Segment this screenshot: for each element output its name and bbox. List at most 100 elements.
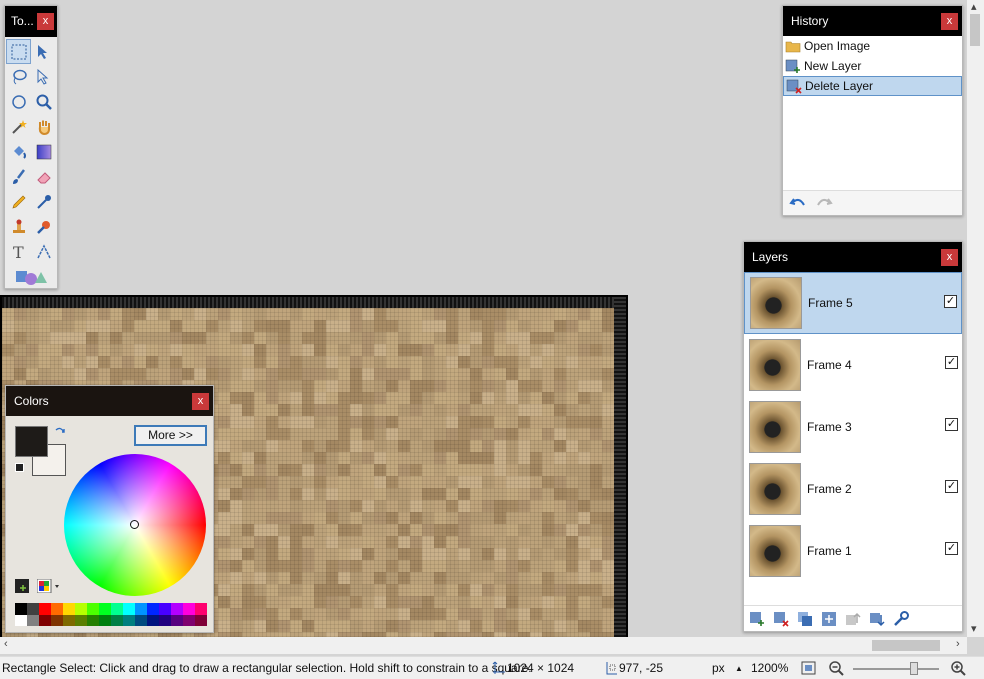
layer-visibility-checkbox[interactable]: ✓ <box>945 356 958 369</box>
gradient-icon[interactable] <box>31 139 56 164</box>
merge-layer-icon[interactable] <box>820 610 838 628</box>
color-palette[interactable] <box>15 603 207 626</box>
layer-item[interactable]: Frame 4 ✓ <box>744 334 962 396</box>
cursor-position-icon <box>606 662 617 675</box>
history-list: Open Image New Layer Delete Layer <box>783 36 962 191</box>
redo-icon[interactable] <box>815 195 833 211</box>
layers-window: Layers x Frame 5 ✓ Frame 4 ✓ Frame 3 ✓ F… <box>743 241 963 632</box>
layer-thumbnail <box>749 463 801 515</box>
new-layer-icon <box>785 59 800 73</box>
pan-icon[interactable] <box>31 114 56 139</box>
delete-layer-icon <box>786 79 802 94</box>
layer-thumbnail <box>749 339 801 391</box>
move-selection-icon[interactable] <box>31 64 56 89</box>
color-wheel[interactable] <box>64 454 206 596</box>
zoom-in-icon[interactable] <box>950 660 966 676</box>
duplicate-layer-icon[interactable] <box>796 610 814 628</box>
delete-layer-icon[interactable] <box>772 610 790 628</box>
move-layer-up-icon[interactable] <box>844 610 862 628</box>
pencil-icon[interactable] <box>6 189 31 214</box>
line-curve-icon[interactable] <box>31 239 56 264</box>
canvas-border-right <box>614 297 626 637</box>
tool-hint: Rectangle Select: Click and drag to draw… <box>2 661 532 675</box>
text-icon[interactable]: T <box>6 239 31 264</box>
rectangle-select-icon[interactable] <box>6 39 31 64</box>
layer-name: Frame 5 <box>808 296 853 310</box>
tools-close-button[interactable]: x <box>37 13 54 30</box>
folder-icon <box>785 41 801 53</box>
history-item-label: New Layer <box>804 59 862 73</box>
undo-icon[interactable] <box>789 195 807 211</box>
horizontal-scrollbar[interactable]: ‹ › <box>0 637 967 654</box>
scroll-down-icon[interactable]: ▾ <box>971 622 977 635</box>
layer-visibility-checkbox[interactable]: ✓ <box>945 418 958 431</box>
layer-properties-icon[interactable] <box>892 610 910 628</box>
palette-menu-icon[interactable] <box>37 579 61 593</box>
layers-close-button[interactable]: x <box>941 249 958 266</box>
layer-item[interactable]: Frame 5 ✓ <box>744 272 962 334</box>
layer-name: Frame 2 <box>807 482 852 496</box>
history-close-button[interactable]: x <box>941 13 958 30</box>
shapes-icon[interactable] <box>6 264 56 289</box>
colors-close-button[interactable]: x <box>192 393 209 410</box>
zoom-slider-track[interactable] <box>853 668 939 670</box>
tools-titlebar[interactable]: To... x <box>5 6 57 37</box>
layer-visibility-checkbox[interactable]: ✓ <box>945 480 958 493</box>
color-picker-icon[interactable] <box>31 189 56 214</box>
layer-visibility-checkbox[interactable]: ✓ <box>944 295 957 308</box>
layer-item[interactable]: Frame 3 ✓ <box>744 396 962 458</box>
move-layer-down-icon[interactable] <box>868 610 886 628</box>
image-size: 1024 × 1024 <box>507 661 575 675</box>
swap-colors-icon[interactable] <box>54 426 66 438</box>
lasso-select-icon[interactable] <box>6 64 31 89</box>
fit-window-icon[interactable] <box>801 661 816 675</box>
tools-title: To... <box>11 14 34 28</box>
history-item-label: Delete Layer <box>805 79 874 93</box>
history-item-open-image[interactable]: Open Image <box>783 36 962 56</box>
layer-thumbnail <box>749 525 801 577</box>
layer-thumbnail <box>750 277 802 329</box>
more-colors-button[interactable]: More >> <box>134 425 207 446</box>
add-layer-icon[interactable] <box>748 610 766 628</box>
move-selected-icon[interactable] <box>31 39 56 64</box>
scroll-left-icon[interactable]: ‹ <box>4 638 8 650</box>
zoom-level[interactable]: 1200% <box>751 661 788 675</box>
layer-item[interactable]: Frame 1 ✓ <box>744 520 962 582</box>
units-arrow-icon[interactable]: ▲ <box>735 664 743 673</box>
history-window: History x Open Image New Layer Delete La… <box>782 5 963 216</box>
vertical-scroll-thumb[interactable] <box>970 14 980 46</box>
recolor-icon[interactable] <box>31 214 56 239</box>
reset-colors-icon[interactable] <box>15 463 24 472</box>
layer-visibility-checkbox[interactable]: ✓ <box>945 542 958 555</box>
colors-titlebar[interactable]: Colors x <box>6 386 213 416</box>
primary-color-swatch[interactable] <box>15 426 48 457</box>
status-bar: Rectangle Select: Click and drag to draw… <box>0 656 984 679</box>
clone-stamp-icon[interactable] <box>6 214 31 239</box>
zoom-icon[interactable] <box>31 89 56 114</box>
history-item-label: Open Image <box>804 39 871 53</box>
add-to-palette-icon[interactable] <box>15 579 31 593</box>
color-wheel-cursor[interactable] <box>130 520 139 529</box>
layers-titlebar[interactable]: Layers x <box>744 242 962 272</box>
magic-wand-icon[interactable] <box>6 114 31 139</box>
zoom-out-icon[interactable] <box>828 660 844 676</box>
scroll-right-icon[interactable]: › <box>956 638 960 650</box>
horizontal-scroll-thumb[interactable] <box>872 640 940 651</box>
paintbrush-icon[interactable] <box>6 164 31 189</box>
scroll-up-icon[interactable]: ▴ <box>971 0 977 13</box>
vertical-scrollbar[interactable]: ▴ ▾ <box>967 0 984 637</box>
history-title: History <box>791 14 829 28</box>
layer-thumbnail <box>749 401 801 453</box>
history-item-delete-layer[interactable]: Delete Layer <box>783 76 962 96</box>
history-item-new-layer[interactable]: New Layer <box>783 56 962 76</box>
layer-name: Frame 1 <box>807 544 852 558</box>
units-dropdown[interactable]: px <box>712 661 725 675</box>
paint-bucket-icon[interactable] <box>6 139 31 164</box>
layer-item[interactable]: Frame 2 ✓ <box>744 458 962 520</box>
ellipse-select-icon[interactable] <box>6 89 31 114</box>
history-titlebar[interactable]: History x <box>783 6 962 36</box>
tools-window: To... x T <box>4 5 58 289</box>
eraser-icon[interactable] <box>31 164 56 189</box>
layer-name: Frame 3 <box>807 420 852 434</box>
zoom-slider-knob[interactable] <box>910 662 918 675</box>
